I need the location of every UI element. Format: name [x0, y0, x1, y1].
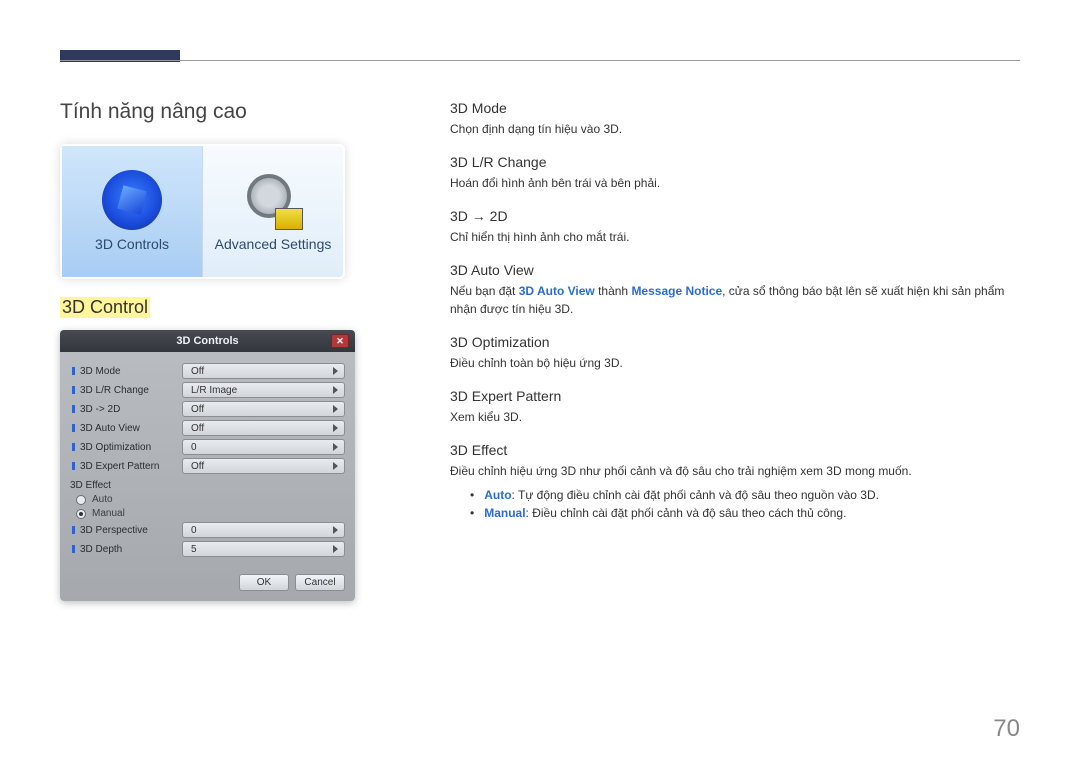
- value-selector[interactable]: L/R Image: [182, 382, 345, 398]
- chevron-right-icon: [333, 526, 338, 534]
- value-selector[interactable]: 5: [182, 541, 345, 557]
- row-label: 3D Auto View: [80, 423, 140, 434]
- radio-icon: [76, 495, 86, 505]
- radio-auto[interactable]: Auto: [76, 494, 345, 505]
- value-selector[interactable]: Off: [182, 458, 345, 474]
- opt-lr-heading: 3D L/R Change: [450, 154, 1020, 170]
- row-3d-optimization: 3D Optimization 0: [70, 439, 345, 455]
- opt-expert-heading: 3D Expert Pattern: [450, 388, 1020, 404]
- opt-effect-heading: 3D Effect: [450, 442, 1020, 458]
- value-selector[interactable]: Off: [182, 363, 345, 379]
- row-3d-auto-view: 3D Auto View Off: [70, 420, 345, 436]
- radio-manual[interactable]: Manual: [76, 508, 345, 519]
- opt-optim-heading: 3D Optimization: [450, 334, 1020, 350]
- radio-label: Manual: [92, 508, 125, 519]
- bullet-icon: •: [470, 506, 474, 520]
- value-selector[interactable]: 0: [182, 439, 345, 455]
- keyword: Message Notice: [631, 284, 722, 298]
- row-label: 3D L/R Change: [80, 385, 149, 396]
- close-icon: ✕: [336, 336, 344, 346]
- right-column: 3D Mode Chọn định dạng tín hiệu vào 3D. …: [450, 100, 1020, 524]
- dialog-footer: OK Cancel: [60, 566, 355, 601]
- opt-auto-heading: 3D Auto View: [450, 262, 1020, 278]
- opt-3d-mode-desc: Chọn định dạng tín hiệu vào 3D.: [450, 120, 1020, 138]
- row-3d-to-2d: 3D -> 2D Off: [70, 401, 345, 417]
- feature-label: Advanced Settings: [215, 236, 332, 252]
- value-selector[interactable]: Off: [182, 401, 345, 417]
- opt-to2d-heading: 3D → 2D: [450, 208, 1020, 224]
- gear-icon: [243, 170, 303, 230]
- row-value: 5: [191, 544, 197, 555]
- row-label: 3D Mode: [80, 366, 121, 377]
- row-value: Off: [191, 404, 204, 415]
- chevron-right-icon: [333, 367, 338, 375]
- page-number: 70: [993, 715, 1020, 743]
- bullet-auto: • Auto: Tự động điều chỉnh cài đặt phối …: [470, 488, 1020, 502]
- cancel-button[interactable]: Cancel: [295, 574, 345, 591]
- chevron-right-icon: [333, 545, 338, 553]
- feature-image: 3D Controls Advanced Settings: [60, 144, 345, 279]
- dialog-title-text: 3D Controls: [176, 335, 238, 347]
- keyword: Auto: [484, 488, 511, 502]
- cube-icon: [102, 170, 162, 230]
- effect-section-label: 3D Effect: [70, 480, 345, 491]
- chevron-right-icon: [333, 405, 338, 413]
- row-label: 3D Perspective: [80, 525, 148, 536]
- chevron-right-icon: [333, 424, 338, 432]
- opt-to2d-desc: Chỉ hiển thị hình ảnh cho mắt trái.: [450, 228, 1020, 246]
- opt-effect-desc: Điều chỉnh hiệu ứng 3D như phối cảnh và …: [450, 462, 1020, 480]
- row-value: 0: [191, 525, 197, 536]
- text: thành: [595, 284, 632, 298]
- text: Nếu bạn đặt: [450, 284, 519, 298]
- row-3d-mode: 3D Mode Off: [70, 363, 345, 379]
- opt-optim-desc: Điều chỉnh toàn bộ hiệu ứng 3D.: [450, 354, 1020, 372]
- row-label: 3D Optimization: [80, 442, 151, 453]
- row-value: Off: [191, 366, 204, 377]
- bullet-manual: • Manual: Điều chỉnh cài đặt phối cảnh v…: [470, 506, 1020, 520]
- feature-advanced-settings: Advanced Settings: [203, 146, 343, 277]
- feature-3d-controls: 3D Controls: [62, 146, 203, 277]
- keyword: Manual: [484, 506, 525, 520]
- feature-label: 3D Controls: [95, 236, 169, 252]
- row-label: 3D Expert Pattern: [80, 461, 159, 472]
- row-value: Off: [191, 461, 204, 472]
- opt-3d-mode-heading: 3D Mode: [450, 100, 1020, 116]
- value-selector[interactable]: Off: [182, 420, 345, 436]
- bullet-icon: •: [470, 488, 474, 502]
- header-rule: [60, 60, 1020, 61]
- section-title: Tính năng nâng cao: [60, 100, 370, 124]
- ok-button[interactable]: OK: [239, 574, 289, 591]
- row-label: 3D -> 2D: [80, 404, 120, 415]
- chevron-right-icon: [333, 386, 338, 394]
- left-column: Tính năng nâng cao 3D Controls Advanced …: [60, 100, 370, 601]
- text: : Tự động điều chỉnh cài đặt phối cảnh v…: [512, 488, 879, 502]
- bullet-list: • Auto: Tự động điều chỉnh cài đặt phối …: [470, 488, 1020, 520]
- text: : Điều chỉnh cài đặt phối cảnh và độ sâu…: [526, 506, 847, 520]
- row-3d-depth: 3D Depth 5: [70, 541, 345, 557]
- highlighted-heading: 3D Control: [60, 297, 150, 318]
- row-3d-perspective: 3D Perspective 0: [70, 522, 345, 538]
- chevron-right-icon: [333, 443, 338, 451]
- opt-auto-desc: Nếu bạn đặt 3D Auto View thành Message N…: [450, 282, 1020, 318]
- dialog-3d-controls: 3D Controls ✕ 3D Mode Off 3D L/R Change …: [60, 330, 355, 601]
- value-selector[interactable]: 0: [182, 522, 345, 538]
- keyword: 3D Auto View: [519, 284, 595, 298]
- row-value: 0: [191, 442, 197, 453]
- row-value: L/R Image: [191, 385, 237, 396]
- opt-lr-desc: Hoán đổi hình ảnh bên trái và bên phải.: [450, 174, 1020, 192]
- radio-icon: [76, 509, 86, 519]
- close-button[interactable]: ✕: [331, 334, 349, 348]
- row-3d-lr-change: 3D L/R Change L/R Image: [70, 382, 345, 398]
- dialog-title: 3D Controls ✕: [60, 330, 355, 352]
- row-value: Off: [191, 423, 204, 434]
- row-3d-expert-pattern: 3D Expert Pattern Off: [70, 458, 345, 474]
- radio-label: Auto: [92, 494, 113, 505]
- dialog-body: 3D Mode Off 3D L/R Change L/R Image 3D -…: [60, 352, 355, 566]
- row-label: 3D Depth: [80, 544, 122, 555]
- opt-expert-desc: Xem kiểu 3D.: [450, 408, 1020, 426]
- chevron-right-icon: [333, 462, 338, 470]
